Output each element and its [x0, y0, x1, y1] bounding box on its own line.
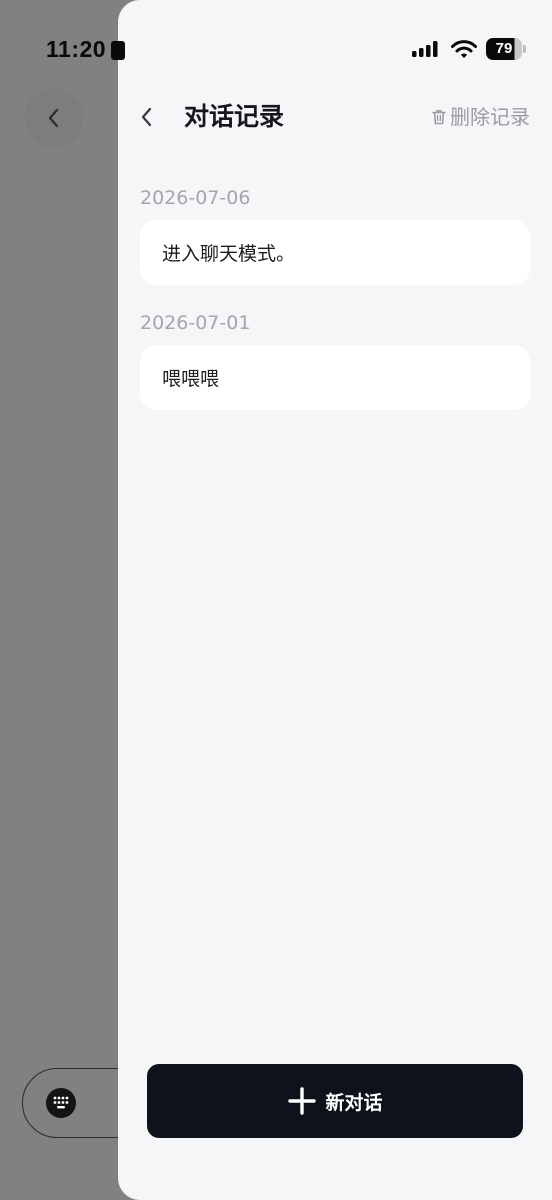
battery-indicator: 79 [486, 38, 526, 60]
back-button[interactable] [134, 100, 164, 134]
battery-level: 79 [495, 40, 513, 57]
chevron-left-icon [141, 107, 152, 127]
status-time: 11:20 [46, 36, 107, 62]
delete-records-button[interactable]: 删除记录 [432, 102, 530, 132]
history-item-text: 喂喂喂 [162, 368, 220, 390]
history-item-text: 进入聊天模式。 [162, 243, 296, 265]
new-chat-label: 新对话 [325, 1091, 383, 1114]
delete-records-label: 删除记录 [450, 105, 530, 129]
history-drawer: 对话记录 删除记录 2026-07-06 进入聊天模式。 2026-07-01 … [118, 0, 552, 1200]
chevron-left-icon [48, 108, 59, 128]
id-card-icon [111, 41, 125, 60]
history-item[interactable]: 进入聊天模式。 [140, 220, 530, 285]
page-title: 对话记录 [184, 102, 285, 131]
status-indicators: 79 [412, 38, 526, 60]
trash-icon [432, 110, 446, 125]
group-date: 2026-07-01 [140, 312, 251, 334]
screen: 11:20 79 对话记录 删除记录 2026-07-06 进入聊天模式。 20… [0, 0, 552, 1200]
plus-icon [288, 1087, 317, 1115]
history-list: 2026-07-06 进入聊天模式。 2026-07-01 喂喂喂 [140, 184, 530, 434]
wifi-icon [451, 39, 477, 58]
cellular-signal-icon [412, 41, 438, 57]
keyboard-icon [46, 1088, 76, 1118]
background-back-button [26, 90, 82, 146]
new-chat-button[interactable]: 新对话 [147, 1064, 523, 1138]
history-item[interactable]: 喂喂喂 [140, 345, 530, 410]
group-date: 2026-07-06 [140, 187, 251, 209]
battery-tip [523, 45, 526, 53]
